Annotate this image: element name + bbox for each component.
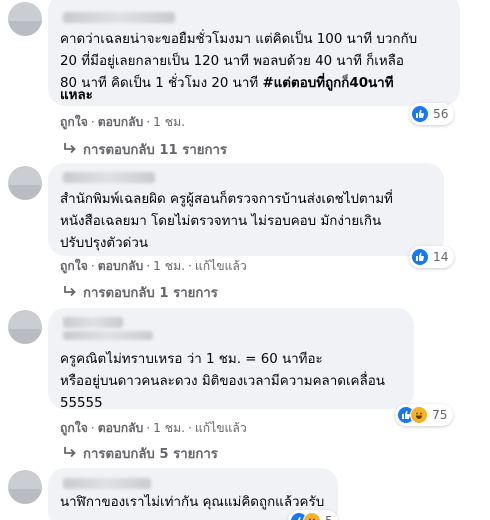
edited-label[interactable]: แก้ไขแล้ว — [195, 421, 247, 435]
comment-text-line: คาดว่าเฉลยน่าจะขอยืมชั่วโมงมา แต่คิดเป็น… — [60, 32, 418, 47]
comment-actions: ถูกใจ · ตอบกลับ · 1 ชม. — [60, 115, 185, 129]
haha-icon — [303, 512, 321, 520]
view-replies-link[interactable]: การตอบกลับ 5 รายการ — [63, 443, 218, 464]
haha-icon — [410, 406, 428, 424]
avatar[interactable] — [8, 2, 42, 36]
reaction-summary[interactable]: 5 — [288, 510, 338, 520]
reply-arrow-icon — [63, 142, 79, 158]
timestamp[interactable]: 1 ชม. — [153, 259, 185, 273]
reply-arrow-icon — [63, 285, 79, 301]
reaction-count: 5 — [325, 514, 333, 520]
reaction-count: 75 — [432, 408, 448, 422]
comment-text-line: 20 ที่มีอยู่เลยกลายเป็น 120 นาที พอลบด้ว… — [60, 54, 404, 69]
comment-actions: ถูกใจ · ตอบกลับ · 1 ชม. · แก้ไขแล้ว — [60, 421, 247, 435]
comment-text-line: ครูคณิตไม่ทราบเหรอ ว่า 1 ชม. = 60 นาทีอะ — [60, 352, 323, 367]
comment-text-line: นาฬิกาของเราไม่เท่ากัน คุณแม่คิดถูกแล้วค… — [60, 495, 325, 510]
timestamp[interactable]: 1 ชม. — [153, 115, 185, 129]
timestamp[interactable]: 1 ชม. — [153, 421, 185, 435]
avatar[interactable] — [8, 470, 42, 504]
commenter-name-blurred[interactable] — [63, 12, 175, 23]
comment-text-line: 55555 — [60, 396, 103, 411]
reaction-count: 14 — [433, 250, 449, 264]
comment-text-line: สำนักพิมพ์เฉลยผิด ครูผู้สอนก็ตรวจการบ้าน… — [60, 192, 393, 207]
replies-count-label: การตอบกลับ 1 รายการ — [83, 286, 218, 301]
commenter-name-blurred[interactable] — [63, 317, 123, 328]
like-link[interactable]: ถูกใจ — [60, 259, 88, 273]
hashtag-link-line-2[interactable]: แหละ — [60, 88, 93, 103]
reply-link[interactable]: ตอบกลับ — [98, 115, 144, 129]
reaction-count: 56 — [433, 107, 449, 121]
avatar[interactable] — [8, 310, 42, 344]
avatar[interactable] — [8, 166, 42, 200]
view-replies-link[interactable]: การตอบกลับ 11 รายการ — [63, 139, 227, 160]
reply-arrow-icon — [63, 446, 79, 462]
like-icon — [411, 248, 429, 266]
commenter-name-blurred[interactable] — [63, 478, 151, 489]
hashtag-link-continued[interactable]: แหละ — [60, 85, 93, 107]
comment-text-line: หนังสือเฉลยมา โดยไม่ตรวจทาน ไม่รอบคอบ มั… — [60, 214, 382, 229]
hashtag-link[interactable]: #แต่ตอบที่ถูกก็40นาที — [262, 76, 393, 91]
reaction-summary[interactable]: 75 — [395, 404, 453, 426]
comment-text-line: ปรับปรุงตัวด่วน — [60, 236, 149, 251]
like-link[interactable]: ถูกใจ — [60, 421, 88, 435]
comment-text-line: หรืออยู่บนดาวคนละดวง มิติของเวลามีความคล… — [60, 374, 385, 389]
like-icon — [411, 105, 429, 123]
comment-text-line: 80 นาที คิดเป็น 1 ชั่วโมง 20 นาที #แต่ตอ… — [60, 73, 394, 95]
edited-label[interactable]: แก้ไขแล้ว — [195, 259, 247, 273]
replies-count-label: การตอบกลับ 11 รายการ — [83, 143, 227, 158]
replies-count-label: การตอบกลับ 5 รายการ — [83, 447, 218, 462]
reaction-summary[interactable]: 14 — [409, 246, 454, 268]
reply-link[interactable]: ตอบกลับ — [98, 421, 144, 435]
commenter-name-blurred-2[interactable] — [63, 331, 153, 340]
comment-actions: ถูกใจ · ตอบกลับ · 1 ชม. · แก้ไขแล้ว — [60, 259, 247, 273]
like-link[interactable]: ถูกใจ — [60, 115, 88, 129]
reply-link[interactable]: ตอบกลับ — [98, 259, 144, 273]
reaction-summary[interactable]: 56 — [409, 103, 454, 125]
commenter-name-blurred[interactable] — [63, 172, 155, 183]
view-replies-link[interactable]: การตอบกลับ 1 รายการ — [63, 282, 218, 303]
